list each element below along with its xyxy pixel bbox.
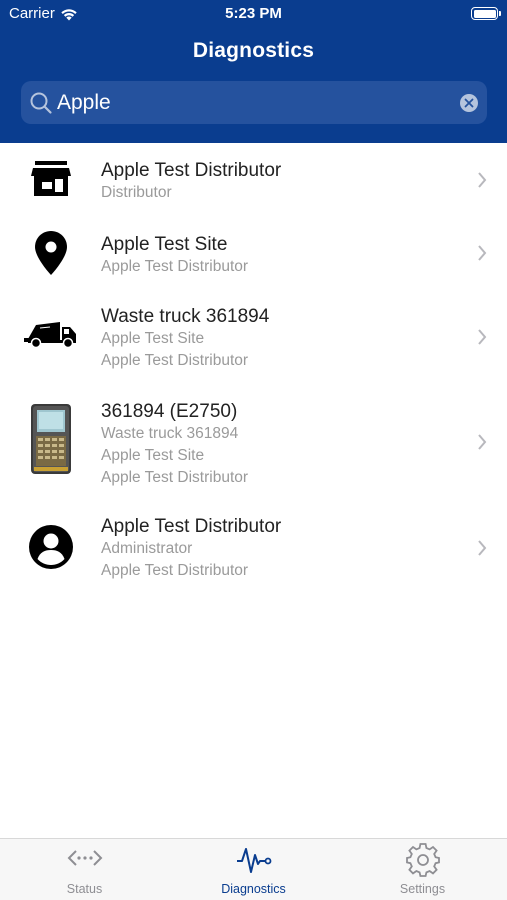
- tab-settings[interactable]: Settings: [338, 839, 507, 900]
- pulse-icon: [236, 848, 271, 873]
- tab-status[interactable]: Status: [0, 839, 169, 900]
- item-subtitle: Administrator: [101, 540, 193, 557]
- chevron-right-icon: [478, 172, 487, 188]
- handheld-device-icon: [23, 404, 79, 474]
- garbage-truck-icon: [23, 322, 79, 348]
- tab-label: Settings: [399, 882, 446, 896]
- account-icon: [23, 525, 79, 569]
- results-list: Apple Test Distributor Distributor Apple…: [0, 143, 507, 594]
- item-subtitle: Distributor: [101, 184, 172, 201]
- item-title: Waste truck 361894: [101, 306, 270, 327]
- tab-label: Status: [66, 882, 103, 896]
- battery-icon: [471, 7, 501, 20]
- item-subtitle: Apple Test Distributor: [101, 562, 249, 579]
- search-icon: [30, 92, 52, 114]
- item-title: 361894 (E2750): [101, 401, 238, 422]
- gear-icon: [405, 843, 440, 877]
- tab-label: Diagnostics: [221, 882, 286, 896]
- tab-bar: Status Diagnostics Settings: [0, 838, 507, 900]
- chevron-right-icon: [478, 329, 487, 345]
- list-item[interactable]: Apple Test Site Apple Test Distributor: [0, 217, 507, 290]
- item-subtitle: Apple Test Distributor: [101, 352, 249, 369]
- tab-diagnostics[interactable]: Diagnostics: [169, 839, 338, 900]
- status-bar: Carrier 5:23 PM: [0, 0, 507, 28]
- clear-search-icon[interactable]: [460, 94, 478, 112]
- chevron-right-icon: [478, 540, 487, 556]
- status-icon: [67, 850, 102, 866]
- header: Carrier 5:23 PM Diagnostics: [0, 0, 507, 143]
- item-title: Apple Test Distributor: [101, 516, 282, 537]
- item-title: Apple Test Distributor: [101, 160, 282, 181]
- item-title: Apple Test Site: [101, 234, 228, 255]
- status-time: 5:23 PM: [225, 5, 282, 22]
- chevron-right-icon: [478, 434, 487, 450]
- store-icon: [23, 161, 79, 197]
- list-item[interactable]: Apple Test Distributor Administrator App…: [0, 500, 507, 594]
- item-subtitle: Waste truck 361894: [101, 425, 239, 442]
- item-subtitle: Apple Test Distributor: [101, 469, 249, 486]
- search-bar[interactable]: [21, 81, 487, 124]
- location-pin-icon: [23, 231, 79, 275]
- page-title: Diagnostics: [192, 39, 315, 62]
- item-subtitle: Apple Test Site: [101, 330, 205, 347]
- search-input[interactable]: [57, 81, 447, 124]
- item-subtitle: Apple Test Distributor: [101, 258, 249, 275]
- chevron-right-icon: [478, 245, 487, 261]
- list-item[interactable]: Apple Test Distributor Distributor: [0, 143, 507, 217]
- item-subtitle: Apple Test Site: [101, 447, 205, 464]
- list-item[interactable]: Waste truck 361894 Apple Test Site Apple…: [0, 290, 507, 384]
- list-item[interactable]: 361894 (E2750) Waste truck 361894 Apple …: [0, 384, 507, 500]
